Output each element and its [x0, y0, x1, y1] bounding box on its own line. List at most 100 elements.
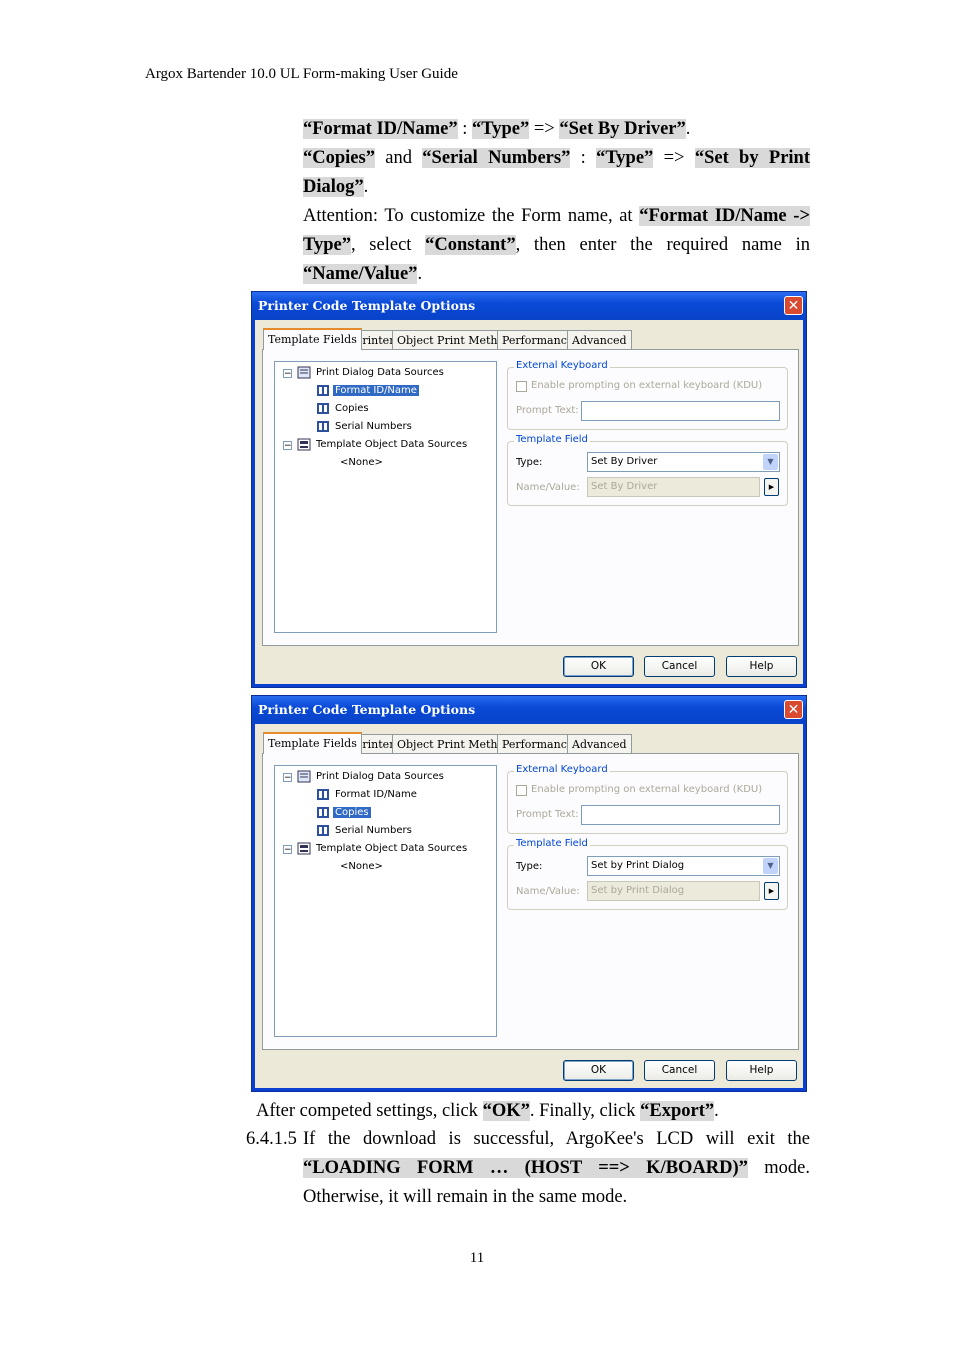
arrow-right-icon[interactable]: ▶	[764, 882, 779, 900]
dialog-client: Template Fields Printer Object Print Met…	[255, 724, 803, 1088]
tree-label: <None>	[340, 861, 383, 872]
chevron-down-icon[interactable]: ▼	[763, 454, 778, 470]
highlight: “LOADING FORM … (HOST ==> K/BOARD)”	[303, 1158, 748, 1178]
intro-line-format-id: “Format ID/Name” : “Type” => “Set By Dri…	[303, 115, 810, 144]
text: =>	[529, 119, 560, 139]
checkbox-label: Enable prompting on external keyboard (K…	[531, 784, 763, 795]
name-value-input[interactable]: Set by Print Dialog	[587, 881, 760, 901]
tree-node-template-object[interactable]: Template Object Data Sources	[297, 437, 469, 452]
dialog-title: Printer Code Template Options	[252, 292, 806, 320]
tab-template-fields[interactable]: Template Fields	[263, 328, 362, 350]
collapse-icon[interactable]: −	[283, 441, 292, 451]
type-value: Set by Print Dialog	[591, 860, 685, 871]
data-sources-icon	[297, 366, 311, 378]
name-value-label: Name/Value:	[516, 886, 580, 897]
collapse-icon[interactable]: −	[283, 845, 292, 855]
group-legend: Template Field	[514, 838, 590, 849]
type-combobox[interactable]: Set by Print Dialog ▼	[587, 856, 780, 876]
ok-button[interactable]: OK	[563, 1060, 634, 1081]
text: , then enter the required name in	[515, 235, 810, 255]
tab-template-fields[interactable]: Template Fields	[263, 732, 362, 754]
tree-node-none[interactable]: <None>	[338, 859, 385, 874]
tree-node-format-id[interactable]: Format ID/Name	[316, 787, 419, 802]
close-icon[interactable]: ✕	[784, 296, 803, 315]
tree-label: Template Object Data Sources	[316, 843, 468, 854]
text: :	[570, 148, 597, 168]
tab-panel: − Print Dialog Data Sources Format ID/Na…	[262, 349, 799, 646]
highlight: “Set By Driver”	[559, 119, 686, 139]
checkbox-label: Enable prompting on external keyboard (K…	[531, 380, 763, 391]
tree-node-print-dialog[interactable]: Print Dialog Data Sources	[297, 769, 446, 784]
text: . Finally, click	[529, 1101, 641, 1121]
dialog-client: Template Fields Printer Object Print Met…	[255, 320, 803, 684]
tree-node-copies[interactable]: Copies	[316, 401, 371, 416]
prompt-text-input[interactable]	[581, 401, 780, 421]
field-icon	[317, 402, 329, 414]
data-sources-icon	[297, 770, 311, 782]
kdu-checkbox[interactable]	[516, 381, 527, 392]
tree-node-serial-numbers[interactable]: Serial Numbers	[316, 419, 414, 434]
help-button[interactable]: Help	[726, 1060, 797, 1081]
group-legend: External Keyboard	[514, 360, 610, 371]
step-paragraph: If the download is successful, ArgoKee's…	[303, 1125, 810, 1212]
tree-label: Serial Numbers	[335, 421, 412, 432]
text: .	[685, 119, 691, 139]
type-combobox[interactable]: Set By Driver ▼	[587, 452, 780, 472]
chevron-down-icon[interactable]: ▼	[763, 858, 778, 874]
text: , select	[350, 235, 426, 255]
page-header: Argox Bartender 10.0 UL Form-making User…	[145, 66, 458, 82]
highlight: “Constant”	[425, 235, 516, 255]
collapse-icon[interactable]: −	[283, 773, 292, 783]
highlight: “Name/Value”	[303, 264, 418, 284]
highlight: “Type”	[472, 119, 530, 139]
template-icon	[297, 842, 311, 854]
text: =>	[653, 148, 695, 168]
tree-node-none[interactable]: <None>	[338, 455, 385, 470]
prompt-text-input[interactable]	[581, 805, 780, 825]
printer-code-template-dialog-2: Printer Code Template Options ✕ Template…	[251, 695, 807, 1092]
prompt-text-label: Prompt Text:	[516, 405, 579, 416]
field-icon	[317, 806, 329, 818]
text: Attention: To customize the Form name, a…	[303, 206, 640, 226]
ok-button[interactable]: OK	[563, 656, 634, 677]
name-value-input[interactable]: Set By Driver	[587, 477, 760, 497]
template-field-group: Template Field Type: Set By Driver ▼ Nam…	[507, 434, 788, 506]
cancel-button[interactable]: Cancel	[644, 656, 715, 677]
text: .	[363, 177, 369, 197]
after-paragraph: After competed settings, click “OK”. Fin…	[256, 1097, 719, 1126]
text: .	[714, 1101, 719, 1121]
step-number: 6.4.1.5	[246, 1129, 297, 1149]
data-source-tree[interactable]: − Print Dialog Data Sources Format ID/Na…	[274, 361, 497, 633]
intro-line-copies: “Copies” and “Serial Numbers” : “Type” =…	[303, 144, 810, 202]
tree-label: Copies	[333, 807, 371, 818]
tree-label: Copies	[335, 403, 369, 414]
text: .	[417, 264, 423, 284]
data-source-tree[interactable]: − Print Dialog Data Sources Format ID/Na…	[274, 765, 497, 1037]
external-keyboard-group: External Keyboard Enable prompting on ex…	[507, 360, 788, 430]
field-icon	[317, 824, 329, 836]
name-value-label: Name/Value:	[516, 482, 580, 493]
tree-node-copies[interactable]: Copies	[316, 805, 371, 820]
tree-node-template-object[interactable]: Template Object Data Sources	[297, 841, 469, 856]
text: :	[457, 119, 473, 139]
help-button[interactable]: Help	[726, 656, 797, 677]
field-icon	[317, 384, 329, 396]
tree-node-format-id[interactable]: Format ID/Name	[316, 383, 419, 398]
arrow-right-icon[interactable]: ▶	[764, 478, 779, 496]
tab-advanced[interactable]: Advanced	[567, 734, 632, 753]
kdu-checkbox[interactable]	[516, 785, 527, 796]
tree-node-print-dialog[interactable]: Print Dialog Data Sources	[297, 365, 446, 380]
tab-advanced[interactable]: Advanced	[567, 330, 632, 349]
tab-panel: − Print Dialog Data Sources Format ID/Na…	[262, 753, 799, 1050]
prompt-text-label: Prompt Text:	[516, 809, 579, 820]
collapse-icon[interactable]: −	[283, 369, 292, 379]
cancel-button[interactable]: Cancel	[644, 1060, 715, 1081]
page-number: 11	[469, 1250, 485, 1266]
highlight: “Export”	[640, 1101, 715, 1121]
highlight: “Format ID/Name”	[303, 119, 458, 139]
tree-node-serial-numbers[interactable]: Serial Numbers	[316, 823, 414, 838]
highlight: “Copies”	[303, 148, 375, 168]
close-icon[interactable]: ✕	[784, 700, 803, 719]
highlight: “Serial Numbers”	[422, 148, 571, 168]
text: After competed settings, click	[256, 1101, 483, 1121]
